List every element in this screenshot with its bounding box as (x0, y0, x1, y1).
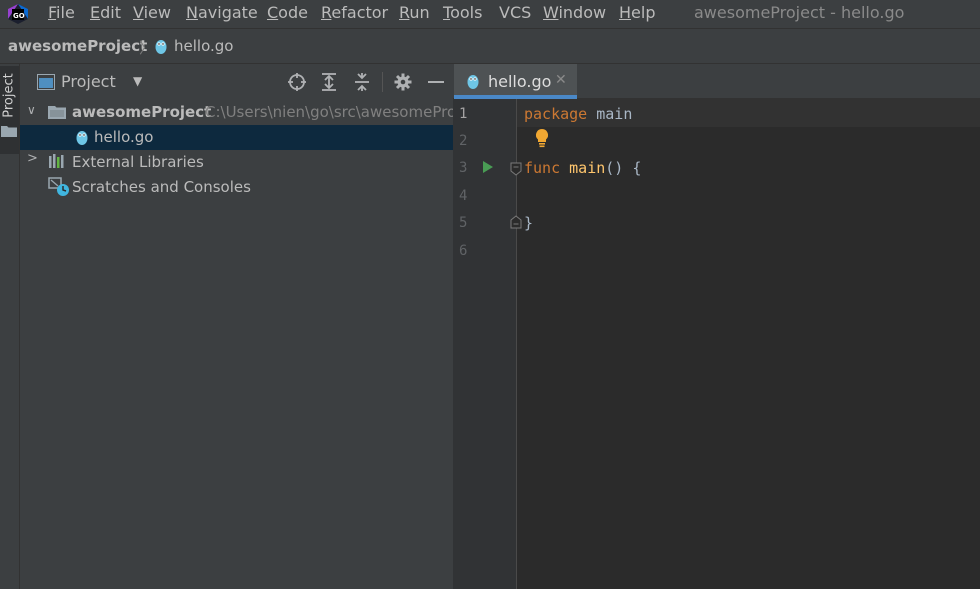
menu-view[interactable]: View (133, 3, 171, 23)
go-file-icon (467, 75, 479, 89)
line-number: 1 (459, 106, 468, 122)
project-panel-title[interactable]: Project (61, 72, 116, 91)
code-line-5[interactable]: } (524, 213, 533, 233)
code-keyword: func (524, 159, 561, 177)
breadcrumb-file[interactable]: hello.go (174, 37, 233, 55)
menu-tools[interactable]: Tools (443, 3, 482, 23)
line-number: 4 (459, 188, 468, 204)
menu-navigate[interactable]: Navigate (186, 3, 258, 23)
scratches-icon (48, 177, 69, 196)
panel-toolbar-divider (382, 72, 383, 92)
tree-scratches-consoles[interactable]: Scratches and Consoles (72, 178, 251, 196)
locate-target-icon[interactable] (287, 72, 307, 92)
go-file-icon (76, 131, 88, 145)
menu-help[interactable]: Help (619, 3, 655, 23)
go-file-icon (155, 40, 167, 54)
code-line-3[interactable]: func main() { (524, 158, 641, 178)
library-icon (49, 154, 64, 168)
code-function-name: main (569, 159, 606, 177)
editor-tab-label[interactable]: hello.go (488, 72, 551, 91)
code-line-1[interactable]: package main (524, 104, 632, 124)
project-view-icon (37, 74, 55, 90)
menu-vcs[interactable]: VCS (499, 3, 531, 23)
chevron-down-icon[interactable]: ∨ (27, 103, 36, 117)
expand-all-icon[interactable] (319, 72, 339, 92)
editor-area[interactable] (453, 64, 980, 589)
menu-edit[interactable]: Edit (90, 3, 121, 23)
breadcrumb-separator-icon: 〉 (139, 39, 155, 57)
tree-project-path: C:\Users\nien\go\src\awesomeProject (205, 103, 453, 121)
svg-text:GO: GO (13, 12, 25, 20)
tree-project-name[interactable]: awesomeProject (72, 103, 211, 121)
project-tool-tab-label[interactable]: Project (2, 61, 17, 131)
tree-external-libraries[interactable]: External Libraries (72, 153, 204, 171)
chevron-right-icon[interactable]: > (27, 151, 38, 166)
code-punctuation: () { (605, 159, 642, 177)
menu-window[interactable]: Window (543, 3, 606, 23)
line-number: 6 (459, 243, 468, 259)
lightbulb-icon[interactable] (534, 128, 550, 148)
menu-refactor[interactable]: Refactor (321, 3, 388, 23)
window-title: awesomeProject - hello.go (694, 3, 905, 22)
line-number: 5 (459, 215, 468, 231)
hide-panel-icon[interactable] (426, 72, 446, 92)
chevron-down-icon[interactable]: ▼ (133, 74, 142, 88)
fold-end-icon[interactable] (510, 215, 522, 229)
close-icon[interactable]: ✕ (555, 72, 567, 88)
tree-file-name[interactable]: hello.go (94, 128, 153, 146)
run-icon[interactable] (482, 160, 494, 174)
gear-icon[interactable] (393, 72, 413, 92)
code-keyword: package (524, 105, 588, 123)
fold-icon[interactable] (510, 162, 522, 176)
line-number: 3 (459, 160, 468, 176)
menu-code[interactable]: Code (267, 3, 308, 23)
folder-icon (1, 126, 17, 137)
goland-app-icon: GO (8, 4, 28, 24)
code-identifier: main (596, 105, 633, 123)
module-folder-icon (48, 106, 66, 119)
menu-file[interactable]: File (48, 3, 75, 23)
line-number: 2 (459, 133, 468, 149)
collapse-all-icon[interactable] (352, 72, 372, 92)
menu-run[interactable]: Run (399, 3, 430, 23)
breadcrumb-project[interactable]: awesomeProject (8, 37, 147, 55)
